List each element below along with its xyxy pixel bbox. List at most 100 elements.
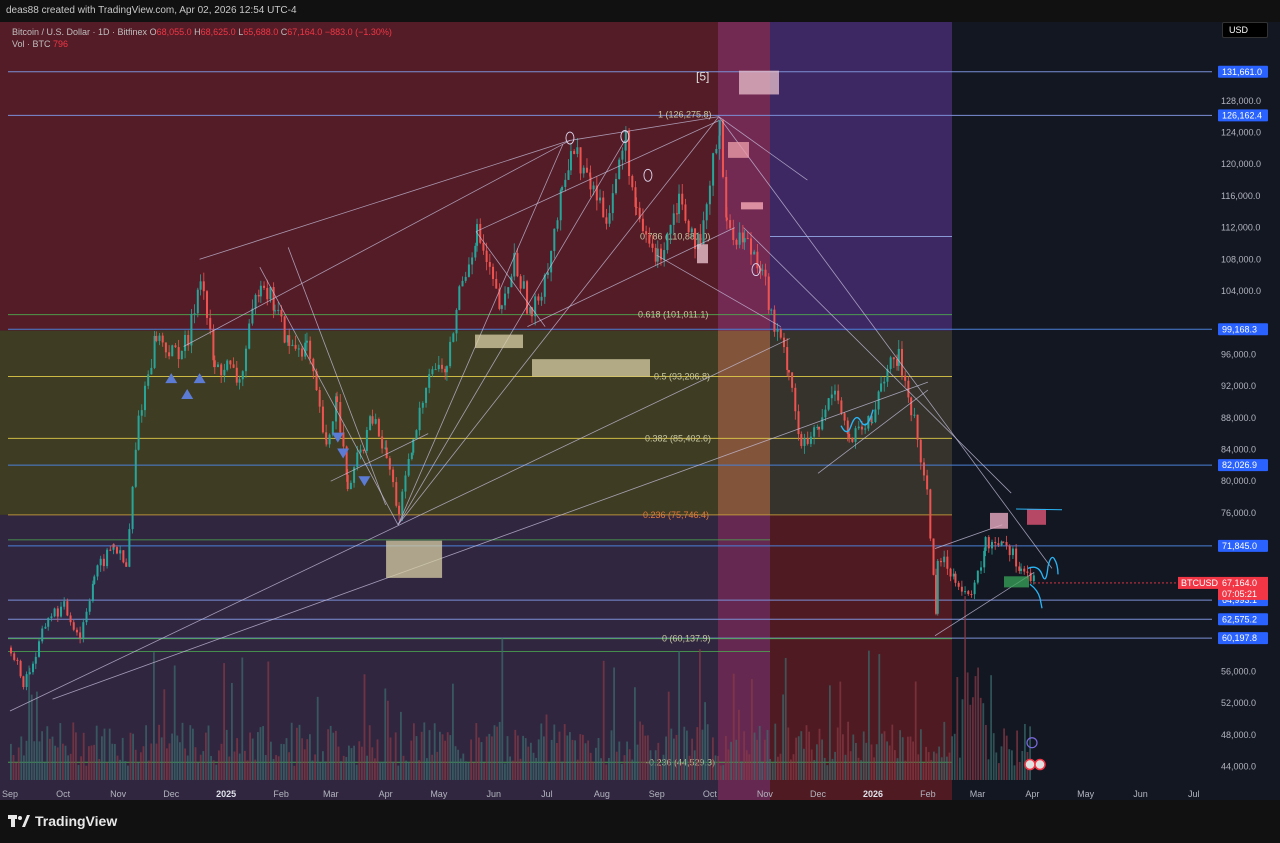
candle-body [786,347,789,370]
volume-bar [478,737,480,780]
candle-body [500,305,503,309]
candle-body [131,486,134,530]
candle-body [1005,542,1008,546]
volume-bar [595,747,597,780]
volume-bar [972,697,974,780]
volume-bar [831,758,834,780]
volume-bar [1011,750,1013,780]
price-chart[interactable]: 131,661.0 126,162.4 99,168.3 82,026.9 71,845… [0,22,1280,800]
volume-bar [628,749,631,780]
volume-bar [296,727,298,780]
candle-body [34,656,37,664]
volume-value: 796 [53,39,69,49]
demand-zone-box [1004,576,1029,588]
volume-bar [1016,730,1018,780]
candle-body [241,371,244,380]
volume-bar [608,758,610,780]
x-axis-tick-label: Nov [110,789,127,799]
supply-zone-box [697,244,708,264]
volume-bar [701,729,704,780]
volume-bar [483,763,485,780]
volume-bar [353,745,355,780]
volume-bar [64,745,67,780]
volume-bar [264,755,267,780]
volume-bar [553,724,556,780]
candle-body [559,190,562,221]
candle-body [153,335,156,368]
candle-body [806,438,809,444]
volume-bar [574,740,576,780]
candle-body [926,475,929,490]
candle-body [904,375,907,381]
volume-bar [506,736,509,780]
volume-bar [956,677,959,780]
volume-bar [532,752,535,780]
volume-bar [38,741,41,780]
candle-body [824,409,827,418]
volume-label: Vol · BTC [12,39,51,49]
candle-body [449,341,452,367]
volume-bar [348,745,350,780]
volume-bar [254,759,257,780]
y-axis-tick-label: 124,000.0 [1221,128,1261,138]
volume-bar [756,739,758,780]
volume-bar [738,709,740,780]
candle-body [79,632,82,638]
candle-body [342,432,345,447]
volume-bar [844,754,847,780]
volume-bar [524,738,527,780]
volume-bar [324,761,327,780]
volume-bar [805,725,808,780]
price-level-label: 62,575.2 [1222,614,1257,624]
y-axis-tick-label: 44,000.0 [1221,762,1256,772]
event-icon [1034,758,1046,771]
candle-body [729,220,732,229]
candle-body [715,149,718,154]
volume-bar [418,760,420,780]
volume-bar [134,749,137,780]
candle-body [952,573,955,577]
candle-body [507,287,510,294]
volume-bar [319,762,322,780]
volume-bar [173,665,176,780]
countdown-label: 07:05:21 [1222,589,1257,599]
volume-bar [753,732,756,780]
volume-bar [961,699,964,780]
volume-bar [202,751,205,780]
volume-bar [69,753,72,780]
volume-bar [873,757,875,780]
volume-bar [657,742,660,780]
candle-body [913,414,916,416]
candle-body [753,251,756,255]
candle-body [943,556,946,563]
volume-bar [870,744,873,780]
candle-body [464,276,467,281]
volume-bar [678,651,680,780]
volume-bar [46,726,49,780]
y-axis-tick-label: 120,000.0 [1221,159,1261,169]
candle-body [47,618,50,627]
candle-body [1023,568,1026,572]
volume-bar [186,755,189,780]
volume-bar [496,726,498,780]
candle-body [635,206,638,208]
volume-bar [938,746,940,780]
candle-body [385,447,388,459]
volume-bar [485,736,488,780]
volume-bar [670,728,673,780]
currency-button[interactable]: USD [1222,22,1268,38]
volume-bar [90,745,93,780]
volume-bar [894,750,896,780]
volume-bar [467,762,470,780]
candle-body [25,674,28,688]
volume-bar [766,729,769,780]
fib-level-label: 0.5 (93,206.8) [654,372,710,382]
volume-bar [327,729,329,780]
candle-body [880,383,883,392]
volume-bar [810,749,813,780]
volume-bar [615,751,618,780]
candle-body [641,218,644,232]
candle-body [238,379,241,383]
volume-bar [106,762,108,780]
volume-bar [740,761,743,780]
